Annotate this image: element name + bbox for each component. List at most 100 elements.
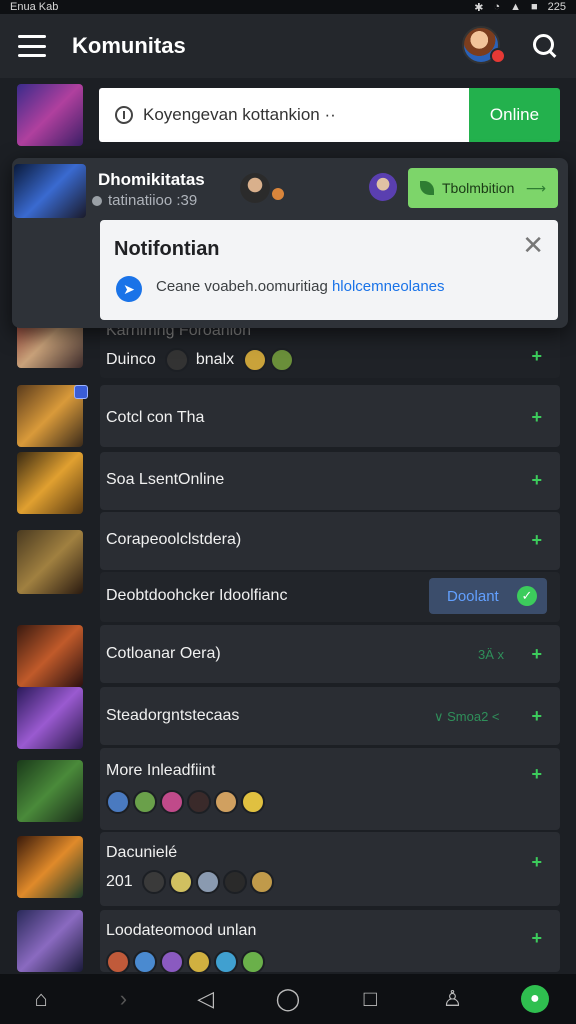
bluetooth-icon: ✱ xyxy=(474,1,484,14)
avatar xyxy=(214,790,238,814)
plus-icon[interactable]: + xyxy=(531,644,542,665)
plus-icon[interactable]: + xyxy=(531,706,542,727)
popup-action-button[interactable]: Tbolmbition ⟶ xyxy=(408,168,558,208)
game-thumbnail xyxy=(17,625,83,687)
plus-icon[interactable]: + xyxy=(531,928,542,949)
chat-icon[interactable]: ● xyxy=(520,985,549,1013)
avatar xyxy=(160,950,184,974)
plus-icon[interactable]: + xyxy=(531,764,542,785)
plus-icon[interactable]: + xyxy=(531,346,542,367)
list-item[interactable]: Cotloanar Oera) 3Ä x + xyxy=(16,625,560,687)
list-item-label: Cotloanar Oera) xyxy=(106,645,221,662)
person-icon[interactable]: ♙ xyxy=(439,985,467,1013)
avatar xyxy=(241,950,265,974)
search-input[interactable]: Koyengevan kottankion ·· xyxy=(99,88,469,142)
list-item[interactable]: Cotcl con Tha + xyxy=(16,385,560,447)
app-header: Komunitas xyxy=(0,14,576,78)
signal-icon: ▲ xyxy=(510,1,521,13)
forward-icon[interactable]: › xyxy=(109,985,137,1013)
notification-card: Notifontian ✕ ➤ Ceane voabeh.oomuritiag … xyxy=(100,220,558,320)
avatar xyxy=(160,790,184,814)
list-item-label: More Inleadfiint xyxy=(106,762,216,779)
list-item[interactable]: Corapeoolclstdera) + xyxy=(16,512,560,594)
avatar xyxy=(141,870,166,894)
circle-icon[interactable]: ◯ xyxy=(274,985,302,1013)
notification-title: Notifontian xyxy=(114,238,220,260)
avatar xyxy=(243,348,268,372)
bottom-nav: ⌂ › ◁ ◯ □ ♙ ● xyxy=(0,974,576,1024)
popup-subtitle: tatinatiioo :39 xyxy=(108,192,198,209)
game-thumbnail xyxy=(17,760,83,822)
game-thumbnail xyxy=(17,452,83,514)
home-icon[interactable]: ⌂ xyxy=(27,985,55,1013)
game-thumbnail xyxy=(14,164,86,218)
popup-action-label: Tbolmbition xyxy=(442,180,515,196)
avatar xyxy=(270,348,295,372)
avatar xyxy=(106,790,130,814)
joined-button[interactable]: Doolant ✓ xyxy=(429,578,547,614)
avatar xyxy=(369,173,397,201)
send-icon: ➤ xyxy=(116,276,142,302)
notification-badge xyxy=(490,48,506,64)
plus-icon[interactable]: + xyxy=(531,407,542,428)
profile-avatar[interactable] xyxy=(462,26,506,66)
avatar xyxy=(249,870,274,894)
notification-text: Ceane voabeh.oomuritiag xyxy=(156,278,332,295)
member-avatars: Duinco bnalx xyxy=(106,348,295,372)
search-placeholder: Koyengevan kottankion ·· xyxy=(143,105,336,124)
check-icon: ✓ xyxy=(517,586,537,606)
list-item-label: Corapeoolclstdera) xyxy=(106,531,242,548)
plus-icon[interactable]: + xyxy=(531,470,542,491)
game-thumbnail xyxy=(17,687,83,749)
member-avatars: 201 xyxy=(106,870,274,894)
avatar xyxy=(168,870,193,894)
avatar xyxy=(187,950,211,974)
search-icon[interactable] xyxy=(532,33,558,59)
online-button[interactable]: Online xyxy=(469,88,560,142)
list-item[interactable]: Deobtdoohcker Idoolfianc Doolant ✓ xyxy=(16,572,560,622)
plus-icon[interactable]: + xyxy=(531,530,542,551)
list-item[interactable]: Soa LsentOnline + xyxy=(16,452,560,514)
popup-title: Dhomikitatas xyxy=(98,170,205,189)
notification-link[interactable]: hlolcemneolanes xyxy=(332,278,445,295)
list-item-sub2: bnalx xyxy=(195,351,235,368)
list-item[interactable]: Dacunielé 201 + xyxy=(16,832,560,906)
avatar xyxy=(164,348,189,372)
avatar-badge xyxy=(270,186,286,202)
wifi-icon: ◔ xyxy=(493,1,501,13)
list-item[interactable]: More Inleadfiint + xyxy=(16,748,560,830)
avatar xyxy=(222,870,247,894)
close-icon[interactable]: ✕ xyxy=(522,232,544,258)
status-clock: 225 xyxy=(547,1,566,13)
search-row: Koyengevan kottankion ·· Online xyxy=(16,84,560,148)
member-avatars xyxy=(106,790,265,814)
avatar xyxy=(241,790,265,814)
community-popup: Dhomikitatas tatinatiioo :39 Tbolmbition… xyxy=(12,158,568,328)
member-avatars xyxy=(106,950,265,974)
menu-icon[interactable] xyxy=(18,35,46,57)
page-title: Komunitas xyxy=(72,33,186,58)
avatar xyxy=(195,870,220,894)
square-icon[interactable]: □ xyxy=(356,985,384,1013)
leaf-icon xyxy=(420,181,434,195)
back-icon[interactable]: ◁ xyxy=(192,985,220,1013)
plus-icon[interactable]: + xyxy=(531,852,542,873)
status-left: Enua Kab xyxy=(10,1,59,13)
avatar xyxy=(240,173,270,203)
list-item-label: Deobtdoohcker Idoolfianc xyxy=(106,587,288,604)
list-item-label: Loodateomood unlan xyxy=(106,922,257,939)
avatar xyxy=(133,950,157,974)
avatar xyxy=(214,950,238,974)
joined-label: Doolant xyxy=(447,587,499,605)
status-dot-icon xyxy=(92,195,102,206)
list-item-label: Soa LsentOnline xyxy=(106,471,225,488)
list-item[interactable]: Steadorgntstecaas ∨ Smoa2 < + xyxy=(16,687,560,749)
list-item[interactable]: Loodateomood unlan + xyxy=(16,910,560,974)
list-item-label: Cotcl con Tha xyxy=(106,409,205,426)
list-item-hint: 3Ä x xyxy=(478,647,505,662)
battery-icon: ■ xyxy=(530,1,538,13)
game-thumbnail[interactable] xyxy=(17,84,83,146)
status-bar: Enua Kab ✱ ◔ ▲ ■ 225 xyxy=(0,0,576,14)
avatar xyxy=(106,950,130,974)
list-item-hint: ∨ Smoa2 < xyxy=(434,709,500,724)
